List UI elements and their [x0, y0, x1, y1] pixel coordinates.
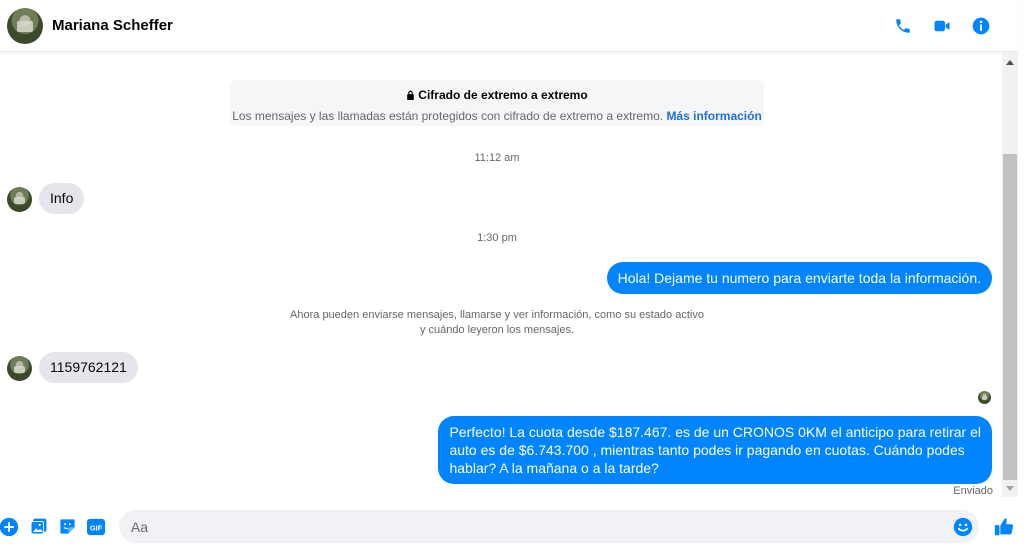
- call-button[interactable]: [883, 12, 922, 40]
- chat-header: Mariana Scheffer: [0, 0, 1018, 52]
- seen-avatar: [978, 391, 991, 404]
- encryption-body: Los mensajes y las llamadas están proteg…: [230, 109, 764, 123]
- message-input[interactable]: [118, 510, 919, 543]
- scroll-up-arrow[interactable]: [1002, 55, 1018, 69]
- sender-avatar[interactable]: [7, 356, 32, 381]
- scroll-down-arrow[interactable]: [1002, 481, 1018, 495]
- info-icon: [972, 17, 989, 35]
- gif-icon: GIF: [87, 518, 106, 535]
- image-icon: [30, 518, 47, 535]
- message-line: auto es de $6.743.700 , mientras tanto p…: [449, 442, 965, 458]
- more-info-link[interactable]: Más información: [666, 109, 761, 123]
- outgoing-message[interactable]: Hola! Dejame tu numero para enviarte tod…: [606, 262, 992, 294]
- message-input-wrapper: [118, 510, 980, 543]
- header-actions: [883, 12, 1000, 40]
- thumbs-up-icon: [994, 517, 1014, 535]
- conversation-info-button[interactable]: [961, 12, 1000, 40]
- incoming-message[interactable]: 1159762121: [39, 352, 138, 383]
- more-actions-button[interactable]: [0, 513, 24, 541]
- plus-circle-icon: [0, 517, 19, 536]
- attach-image-button[interactable]: [24, 513, 53, 541]
- emoji-button[interactable]: [951, 515, 975, 539]
- incoming-message[interactable]: Info: [39, 183, 85, 214]
- sticker-button[interactable]: [53, 513, 82, 541]
- timestamp: 1:30 pm: [477, 232, 517, 244]
- sender-avatar[interactable]: [7, 187, 32, 212]
- notice-line: y cuándo leyeron los mensajes.: [419, 324, 575, 336]
- lock-icon: [407, 90, 415, 100]
- gif-label: GIF: [90, 523, 103, 532]
- incoming-message-row: Info: [7, 183, 85, 214]
- message-composer: GIF: [0, 503, 1018, 550]
- activity-notice: Ahora pueden enviarse mensajes, llamarse…: [260, 308, 734, 338]
- message-line: hablar? A la mañana o a la tarde?: [449, 460, 659, 476]
- contact-name[interactable]: Mariana Scheffer: [52, 17, 173, 34]
- encryption-body-text: Los mensajes y las llamadas están proteg…: [232, 109, 664, 123]
- timestamp: 11:12 am: [474, 152, 520, 164]
- phone-icon: [895, 19, 910, 33]
- gif-button[interactable]: GIF: [82, 513, 111, 541]
- encryption-title-text: Cifrado de extremo a extremo: [418, 88, 588, 102]
- video-call-button[interactable]: [922, 12, 961, 40]
- sticker-icon: [60, 519, 75, 534]
- smile-icon: [953, 517, 973, 537]
- scroll-thumb[interactable]: [1003, 154, 1017, 480]
- outgoing-message[interactable]: Perfecto! La cuota desde $187.467. es de…: [438, 416, 992, 484]
- message-list[interactable]: Cifrado de extremo a extremo Los mensaje…: [0, 53, 1002, 497]
- message-scrollbar[interactable]: [1002, 53, 1018, 497]
- incoming-message-row: 1159762121: [7, 352, 138, 383]
- messenger-chat-window: Mariana Scheffer Cifrado de extremo a ex…: [0, 0, 1030, 550]
- notice-line: Ahora pueden enviarse mensajes, llamarse…: [290, 309, 704, 321]
- triangle-up-icon: [1006, 59, 1014, 65]
- video-camera-icon: [934, 20, 949, 32]
- encryption-title: Cifrado de extremo a extremo: [406, 88, 588, 102]
- encryption-notice: Cifrado de extremo a extremo Los mensaje…: [230, 80, 764, 126]
- triangle-down-icon: [1006, 485, 1014, 491]
- message-line: Perfecto! La cuota desde $187.467. es de…: [449, 424, 981, 440]
- like-button[interactable]: [990, 513, 1018, 541]
- message-status: Enviado: [953, 485, 993, 497]
- contact-avatar[interactable]: [7, 7, 43, 44]
